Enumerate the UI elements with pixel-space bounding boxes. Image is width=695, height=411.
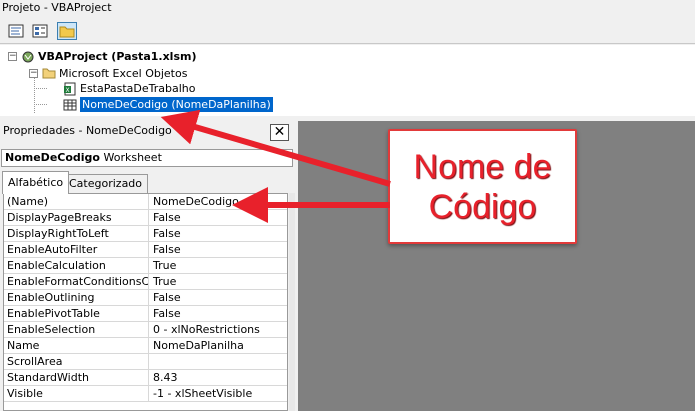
properties-grid: (Name) NomeDeCodigo DisplayPageBreaks False… [3,193,288,411]
property-row[interactable]: Visible -1 - xlSheetVisible [4,386,287,402]
property-value[interactable]: True [150,258,287,273]
property-value[interactable] [150,354,287,369]
tab-alfabetico[interactable]: Alfabético [2,171,70,194]
property-row[interactable]: EnablePivotTable False [4,306,287,322]
property-name: DisplayPageBreaks [4,210,149,225]
folder-icon [42,67,56,81]
tree-folder[interactable]: − Microsoft Excel Objetos [29,66,187,81]
property-name: StandardWidth [4,370,149,385]
property-value[interactable]: -1 - xlSheetVisible [150,386,287,401]
property-row[interactable]: DisplayRightToLeft False [4,226,287,242]
properties-scrollbar[interactable] [289,193,295,411]
property-value[interactable]: False [150,210,287,225]
property-row[interactable]: EnableOutlining False [4,290,287,306]
property-value[interactable]: 8.43 [150,370,287,385]
tree-item-label-selected: NomeDeCodigo (NomeDaPlanilha) [80,97,273,112]
property-value[interactable]: False [150,242,287,257]
project-tree: − VBAProject (Pasta1.xlsm) − Microsoft E… [0,45,695,116]
properties-tabs: Alfabético Categorizado [0,171,295,194]
project-window-title: Projeto - VBAProject [0,0,695,18]
object-name: NomeDeCodigo [5,151,100,164]
property-name: EnableCalculation [4,258,149,273]
close-icon[interactable]: ✕ [270,124,289,141]
property-value[interactable]: True [150,274,287,289]
callout-line-2: Código [428,187,537,226]
tab-categorizado[interactable]: Categorizado [63,174,149,193]
vba-project-icon [21,50,35,64]
property-value[interactable]: NomeDaPlanilha [150,338,287,353]
property-name: EnableAutoFilter [4,242,149,257]
project-toolbar [0,18,695,44]
property-name: Visible [4,386,149,401]
view-code-icon[interactable] [6,22,26,40]
tree-folder-label: Microsoft Excel Objetos [59,67,188,80]
property-name: EnableFormatConditionsCalcu [4,274,149,289]
property-name: Name [4,338,149,353]
property-row[interactable]: DisplayPageBreaks False [4,210,287,226]
property-row[interactable]: EnableAutoFilter False [4,242,287,258]
callout-line-1: Nome de [413,147,552,186]
properties-title: Propriedades - NomeDeCodigo [0,121,295,141]
property-name: EnablePivotTable [4,306,149,321]
property-name: (Name) [4,194,149,209]
collapse-icon[interactable]: − [8,52,17,61]
object-selector[interactable]: NomeDeCodigo Worksheet [1,149,293,167]
property-name: DisplayRightToLeft [4,226,149,241]
excel-workbook-icon: X [63,82,77,96]
property-row[interactable]: StandardWidth 8.43 [4,370,287,386]
property-value[interactable]: False [150,306,287,321]
svg-text:X: X [66,87,70,94]
folder-icon[interactable] [57,22,77,40]
property-name: EnableSelection [4,322,149,337]
collapse-icon[interactable]: − [29,69,38,78]
tree-root-label: VBAProject (Pasta1.xlsm) [38,50,197,63]
property-value[interactable]: False [150,226,287,241]
worksheet-icon [63,98,77,112]
tree-item-label: EstaPastaDeTrabalho [80,82,196,95]
property-name: EnableOutlining [4,290,149,305]
object-type: Worksheet [103,151,162,164]
property-row[interactable]: (Name) NomeDeCodigo [4,194,287,210]
property-name: ScrollArea [4,354,149,369]
property-row[interactable]: EnableSelection 0 - xlNoRestrictions [4,322,287,338]
property-value[interactable]: 0 - xlNoRestrictions [150,322,287,337]
tree-item-workbook[interactable]: X EstaPastaDeTrabalho [63,81,195,96]
property-row[interactable]: EnableCalculation True [4,258,287,274]
tree-root[interactable]: − VBAProject (Pasta1.xlsm) [8,49,196,64]
property-row[interactable]: EnableFormatConditionsCalcuTrue [4,274,287,290]
property-value[interactable]: False [150,290,287,305]
view-object-icon[interactable] [30,22,50,40]
annotation-callout: Nome de Código [388,129,577,244]
callout-text: Nome de Código [414,147,552,227]
property-row[interactable]: ScrollArea [4,354,287,370]
property-value[interactable]: NomeDeCodigo [150,194,287,209]
tree-item-sheet[interactable]: NomeDeCodigo (NomeDaPlanilha) [63,97,273,112]
property-row[interactable]: Name NomeDaPlanilha [4,338,287,354]
